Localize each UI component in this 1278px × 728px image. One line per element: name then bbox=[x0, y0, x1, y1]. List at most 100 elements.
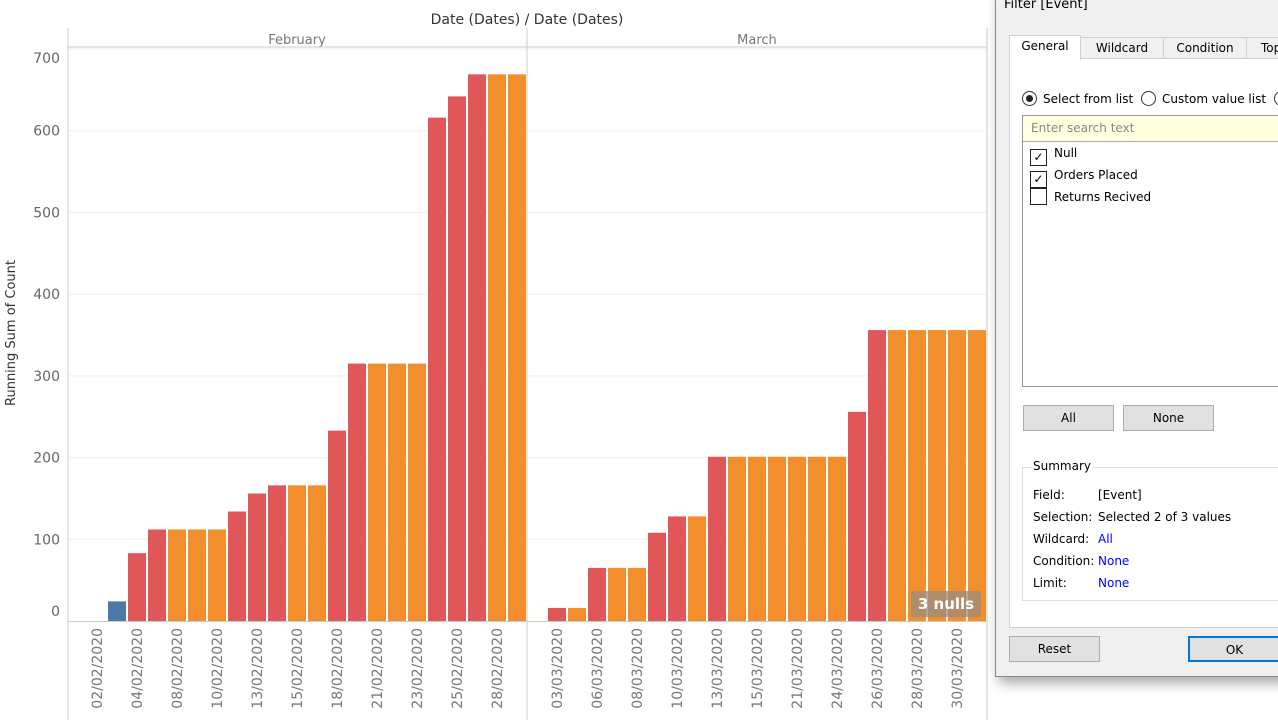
summary-wildcard: Wildcard: All bbox=[1033, 532, 1113, 546]
bar bbox=[608, 567, 626, 621]
condition-link[interactable]: None bbox=[1098, 554, 1129, 568]
bar bbox=[668, 516, 686, 621]
bar bbox=[508, 74, 526, 622]
bar bbox=[208, 529, 226, 621]
bar bbox=[428, 117, 446, 621]
bar bbox=[648, 532, 666, 621]
bar bbox=[288, 485, 306, 621]
label: Wildcard: bbox=[1033, 532, 1090, 546]
x-tick-label: 21/02/2020 bbox=[370, 628, 386, 709]
bar bbox=[588, 567, 606, 621]
bar bbox=[388, 363, 406, 621]
item-label: Orders Placed bbox=[1054, 168, 1138, 182]
none-button[interactable]: None bbox=[1123, 405, 1214, 431]
x-tick-label: 26/03/2020 bbox=[870, 628, 886, 709]
dialog-title: Filter [Event] bbox=[1004, 0, 1088, 12]
summary-condition: Condition: None bbox=[1033, 554, 1129, 568]
summary-legend: Summary bbox=[1031, 459, 1093, 473]
x-tick-label: 10/02/2020 bbox=[210, 628, 226, 709]
radio-use-all[interactable] bbox=[1273, 91, 1278, 106]
radio-custom-value-list[interactable]: Custom value list bbox=[1141, 91, 1267, 106]
bar bbox=[108, 601, 126, 621]
bar bbox=[328, 430, 346, 621]
bar bbox=[568, 607, 586, 621]
bar bbox=[808, 456, 826, 621]
bar bbox=[448, 96, 466, 621]
bar bbox=[928, 330, 946, 621]
x-tick-label: 23/02/2020 bbox=[410, 628, 426, 709]
item-label: Returns Recived bbox=[1054, 190, 1152, 204]
value: [Event] bbox=[1098, 488, 1142, 502]
summary-limit: Limit: None bbox=[1033, 576, 1129, 590]
x-tick-label: 28/02/2020 bbox=[490, 628, 506, 709]
summary-group: Summary Field: [Event] Selection: Selected… bbox=[1022, 459, 1278, 601]
x-tick-label: 15/03/2020 bbox=[750, 628, 766, 709]
x-tick-label: 08/03/2020 bbox=[630, 628, 646, 709]
radio-select-from-list[interactable]: Select from list bbox=[1022, 91, 1134, 106]
radio-label: Select from list bbox=[1043, 92, 1134, 106]
ok-button[interactable]: OK bbox=[1188, 636, 1278, 662]
y-tick-label: 200 bbox=[33, 451, 60, 467]
all-button[interactable]: All bbox=[1023, 405, 1114, 431]
nulls-indicator[interactable]: 3 nulls bbox=[911, 591, 981, 617]
bar bbox=[768, 456, 786, 621]
y-tick-label: 300 bbox=[33, 369, 60, 385]
bar bbox=[488, 74, 506, 622]
x-tick-label: 18/02/2020 bbox=[330, 628, 346, 709]
bar bbox=[348, 363, 366, 621]
x-tick-label: 02/02/2020 bbox=[90, 628, 106, 709]
bar bbox=[748, 456, 766, 621]
bar bbox=[708, 456, 726, 621]
tab-condition[interactable]: Condition bbox=[1163, 37, 1247, 60]
bar bbox=[188, 529, 206, 621]
bar bbox=[888, 330, 906, 621]
bar bbox=[868, 330, 886, 621]
x-tick-label: 06/03/2020 bbox=[590, 628, 606, 709]
y-axis-title: Running Sum of Count bbox=[4, 260, 19, 406]
bar bbox=[548, 607, 566, 621]
x-tick-label: 15/02/2020 bbox=[290, 628, 306, 709]
bar bbox=[828, 456, 846, 621]
x-tick-label: 24/03/2020 bbox=[830, 628, 846, 709]
x-tick-label: 13/02/2020 bbox=[250, 628, 266, 709]
x-tick-label: 08/02/2020 bbox=[170, 628, 186, 709]
radio-off-icon bbox=[1141, 91, 1157, 106]
limit-link[interactable]: None bbox=[1098, 576, 1129, 590]
x-tick-label: 13/03/2020 bbox=[710, 628, 726, 709]
label: Selection: bbox=[1033, 510, 1093, 524]
wildcard-link[interactable]: All bbox=[1098, 532, 1113, 546]
x-tick-label: 04/02/2020 bbox=[130, 628, 146, 709]
radio-off-icon bbox=[1273, 91, 1278, 106]
bar bbox=[628, 567, 646, 621]
y-tick-label: 100 bbox=[33, 532, 60, 548]
bar bbox=[688, 516, 706, 621]
list-item[interactable]: ✓ Orders Placed bbox=[1023, 164, 1278, 188]
x-tick-label: 10/03/2020 bbox=[670, 628, 686, 709]
pane-header-march: March bbox=[737, 33, 777, 48]
bar bbox=[168, 529, 186, 621]
radio-label: Custom value list bbox=[1162, 92, 1267, 106]
bar bbox=[728, 456, 746, 621]
label: Limit: bbox=[1033, 576, 1067, 590]
search-input[interactable]: Enter search text bbox=[1023, 116, 1278, 142]
bar bbox=[228, 511, 246, 621]
x-tick-label: 28/03/2020 bbox=[910, 628, 926, 709]
bar bbox=[968, 330, 986, 621]
bar-chart: Date (Dates) / Date (Dates) Running Sum … bbox=[4, 12, 988, 720]
y-tick-label: 500 bbox=[33, 205, 60, 221]
reset-button[interactable]: Reset bbox=[1009, 636, 1100, 662]
y-tick-label: 400 bbox=[33, 287, 60, 303]
bar bbox=[268, 485, 286, 621]
label: Condition: bbox=[1033, 554, 1095, 568]
tab-general[interactable]: General bbox=[1009, 35, 1081, 60]
tab-wildcard[interactable]: Wildcard bbox=[1080, 37, 1164, 60]
bar bbox=[148, 529, 166, 621]
checkbox-unchecked-icon[interactable] bbox=[1030, 188, 1047, 205]
y-tick-label: 600 bbox=[33, 124, 60, 140]
bar bbox=[788, 456, 806, 621]
list-item[interactable]: ✓ Null bbox=[1023, 142, 1278, 166]
tab-top[interactable]: Top bbox=[1246, 37, 1278, 60]
bar bbox=[368, 363, 386, 621]
label: Field: bbox=[1033, 488, 1065, 502]
list-item[interactable]: Returns Recived bbox=[1023, 186, 1278, 208]
